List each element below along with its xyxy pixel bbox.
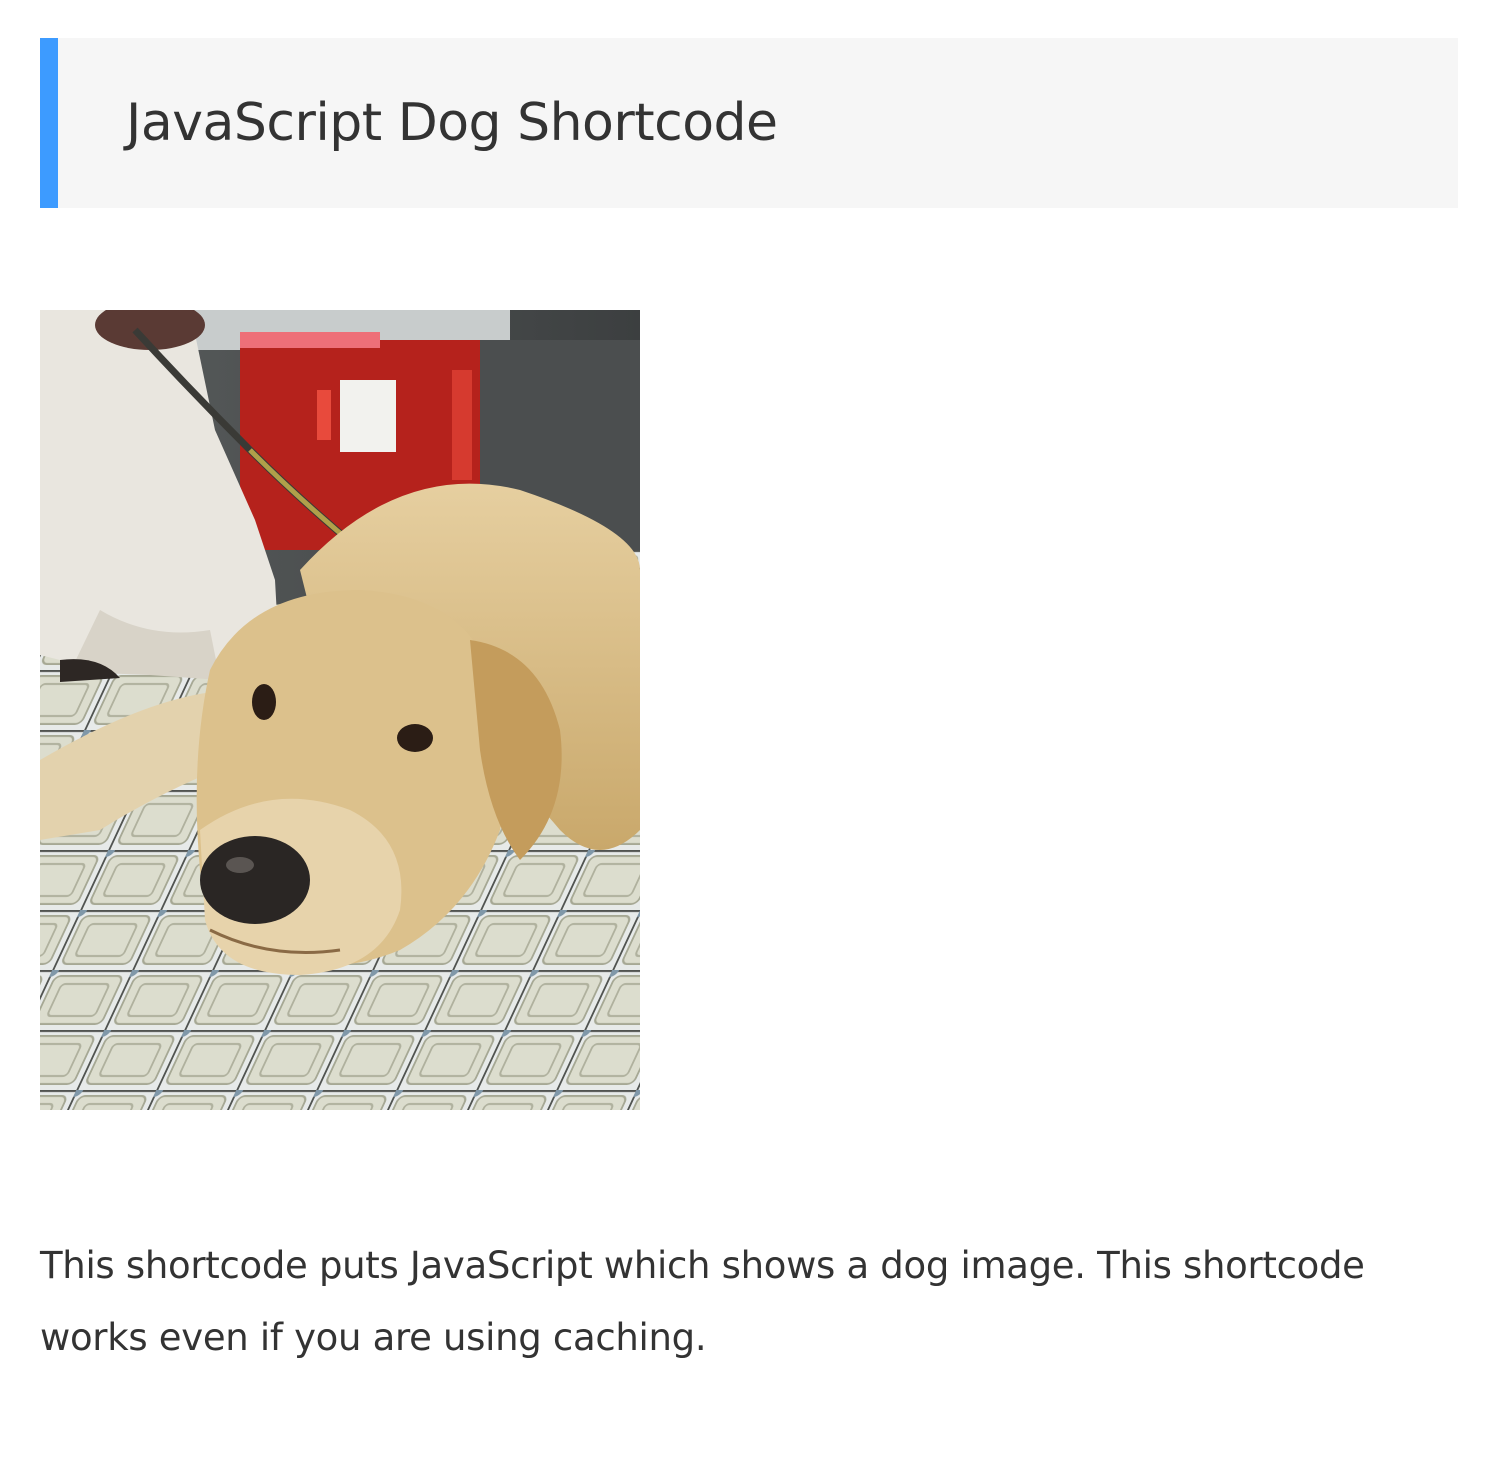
description-text: This shortcode puts JavaScript which sho…: [40, 1244, 1365, 1359]
dog-photo-icon: [40, 310, 640, 1110]
dog-image: [40, 310, 640, 1110]
section-heading: JavaScript Dog Shortcode: [40, 38, 1458, 208]
page-title: JavaScript Dog Shortcode: [126, 93, 778, 153]
